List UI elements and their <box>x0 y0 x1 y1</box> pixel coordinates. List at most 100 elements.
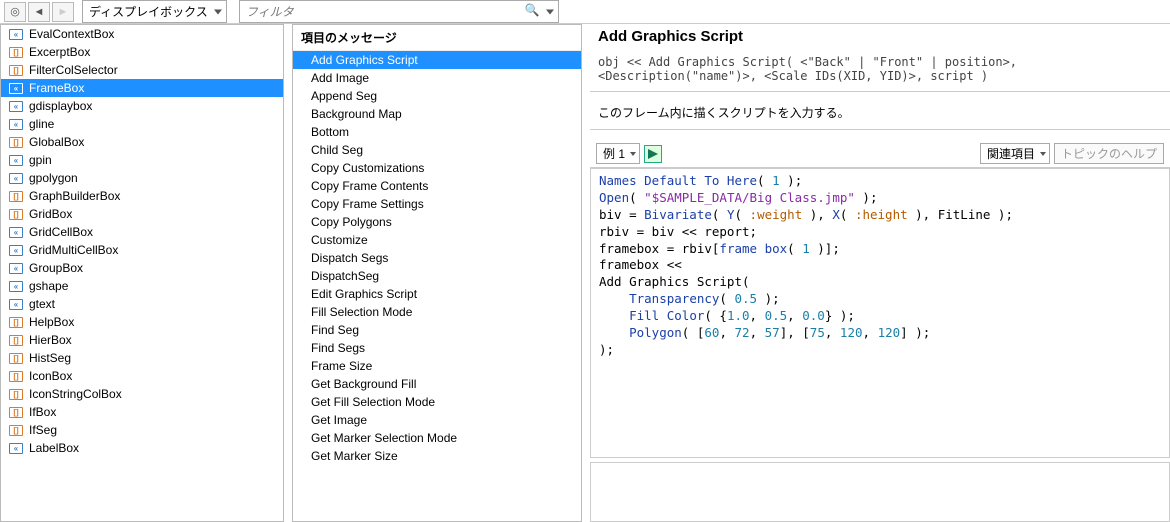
example-dropdown[interactable]: 例 1 <box>596 143 640 164</box>
class-list-item[interactable]: [] GlobalBox <box>1 133 283 151</box>
list-item-label: Get Marker Selection Mode <box>311 431 457 445</box>
list-item-label: GlobalBox <box>29 135 84 149</box>
message-list-item[interactable]: Get Fill Selection Mode <box>293 393 581 411</box>
list-item-label: gpin <box>29 153 52 167</box>
message-list-item[interactable]: Add Image <box>293 69 581 87</box>
list-item-label: GridCellBox <box>29 225 93 239</box>
class-list-item[interactable]: []IfBox <box>1 403 283 421</box>
run-button[interactable] <box>644 145 662 163</box>
list-item-label: Customize <box>311 233 368 247</box>
message-list-item[interactable]: Edit Graphics Script <box>293 285 581 303</box>
category-dropdown-label: ディスプレイボックス <box>89 5 208 19</box>
home-button[interactable]: ◎ <box>4 2 26 22</box>
message-list-item[interactable]: Get Marker Selection Mode <box>293 429 581 447</box>
message-list-item[interactable]: Get Image <box>293 411 581 429</box>
filter-dropdown-icon[interactable] <box>546 9 554 14</box>
message-list-item[interactable]: Child Seg <box>293 141 581 159</box>
class-list-item[interactable]: «EvalContextBox <box>1 25 283 43</box>
double-chevron-icon: « <box>9 245 23 256</box>
message-list-item[interactable]: Frame Size <box>293 357 581 375</box>
class-list-item[interactable]: []ExcerptBox <box>1 43 283 61</box>
toolbar: ◎ ◄ ► ディスプレイボックス フィルタ 🔍 <box>0 0 1170 24</box>
class-list-item[interactable]: []HelpBox <box>1 313 283 331</box>
list-item-label: Copy Polygons <box>311 215 392 229</box>
class-list-item[interactable]: «gtext <box>1 295 283 313</box>
list-item-label: Child Seg <box>311 143 363 157</box>
class-list-item[interactable]: «FrameBox <box>1 79 283 97</box>
class-list-item[interactable]: «LabelBox <box>1 439 283 457</box>
list-item-label: HelpBox <box>29 315 74 329</box>
list-item-label: gpolygon <box>29 171 78 185</box>
class-list-item[interactable]: «gpin <box>1 151 283 169</box>
message-list-item[interactable]: Find Seg <box>293 321 581 339</box>
list-item-label: gline <box>29 117 54 131</box>
class-list-item[interactable]: []FilterColSelector <box>1 61 283 79</box>
list-item-label: Bottom <box>311 125 349 139</box>
message-list-item[interactable]: Get Marker Size <box>293 447 581 465</box>
message-list-item[interactable]: Copy Polygons <box>293 213 581 231</box>
class-list-item[interactable]: [] IconBox <box>1 367 283 385</box>
class-list-item[interactable]: « GridMultiCellBox <box>1 241 283 259</box>
list-item-label: Fill Selection Mode <box>311 305 412 319</box>
message-list-header: 項目のメッセージ <box>293 25 581 51</box>
brackets-icon: [] <box>9 353 23 364</box>
double-chevron-icon: « <box>9 83 23 94</box>
list-item-label: IconBox <box>29 369 72 383</box>
filter-input[interactable]: フィルタ 🔍 <box>239 0 559 23</box>
message-list-item[interactable]: Copy Frame Contents <box>293 177 581 195</box>
search-icon[interactable]: 🔍 <box>525 3 540 17</box>
message-list-item[interactable]: Copy Customizations <box>293 159 581 177</box>
list-item-label: EvalContextBox <box>29 27 114 41</box>
list-item-label: IfBox <box>29 405 56 419</box>
double-chevron-icon: « <box>9 101 23 112</box>
message-list-item[interactable]: Copy Frame Settings <box>293 195 581 213</box>
message-list-item[interactable]: Dispatch Segs <box>293 249 581 267</box>
brackets-icon: [] <box>9 371 23 382</box>
class-list-item[interactable]: « gline <box>1 115 283 133</box>
class-list-item[interactable]: []GraphBuilderBox <box>1 187 283 205</box>
list-item-label: gdisplaybox <box>29 99 92 113</box>
double-chevron-icon: « <box>9 119 23 130</box>
list-item-label: LabelBox <box>29 441 79 455</box>
class-list-item[interactable]: «GridCellBox <box>1 223 283 241</box>
list-item-label: Get Background Fill <box>311 377 416 391</box>
main-area: «EvalContextBox[]ExcerptBox[]FilterColSe… <box>0 24 1170 522</box>
class-list-item[interactable]: «gshape <box>1 277 283 295</box>
message-list-item[interactable]: Add Graphics Script <box>293 51 581 69</box>
list-item-label: Edit Graphics Script <box>311 287 417 301</box>
brackets-icon: [] <box>9 137 23 148</box>
class-list-item[interactable]: « gdisplaybox <box>1 97 283 115</box>
related-dropdown[interactable]: 関連項目 <box>980 143 1050 164</box>
message-list-item[interactable]: Find Segs <box>293 339 581 357</box>
list-item-label: GridMultiCellBox <box>29 243 118 257</box>
message-list[interactable]: 項目のメッセージAdd Graphics ScriptAdd ImageAppe… <box>293 25 581 521</box>
list-item-label: Copy Frame Contents <box>311 179 428 193</box>
double-chevron-icon: « <box>9 263 23 274</box>
message-list-item[interactable]: Append Seg <box>293 87 581 105</box>
class-list[interactable]: «EvalContextBox[]ExcerptBox[]FilterColSe… <box>1 25 283 521</box>
message-list-item[interactable]: Fill Selection Mode <box>293 303 581 321</box>
class-list-item[interactable]: «gpolygon <box>1 169 283 187</box>
message-list-item[interactable]: Customize <box>293 231 581 249</box>
topic-help-button[interactable]: トピックのヘルプ <box>1054 143 1164 164</box>
message-list-item[interactable]: Get Background Fill <box>293 375 581 393</box>
list-item-label: IconStringColBox <box>29 387 122 401</box>
class-list-item[interactable]: []IconStringColBox <box>1 385 283 403</box>
class-list-item[interactable]: []GridBox <box>1 205 283 223</box>
message-list-item[interactable]: Bottom <box>293 123 581 141</box>
message-list-item[interactable]: DispatchSeg <box>293 267 581 285</box>
signature-text: obj << Add Graphics Script( <"Back" | "F… <box>590 55 1170 92</box>
message-list-item[interactable]: Background Map <box>293 105 581 123</box>
list-item-label: Background Map <box>311 107 402 121</box>
class-list-item[interactable]: []HierBox <box>1 331 283 349</box>
code-editor[interactable]: Names Default To Here( 1 ); Open( "$SAMP… <box>590 168 1170 458</box>
brackets-icon: [] <box>9 65 23 76</box>
class-list-item[interactable]: []IfSeg <box>1 421 283 439</box>
class-list-item[interactable]: []HistSeg <box>1 349 283 367</box>
brackets-icon: [] <box>9 335 23 346</box>
class-list-item[interactable]: «GroupBox <box>1 259 283 277</box>
forward-button[interactable]: ► <box>52 2 74 22</box>
category-dropdown[interactable]: ディスプレイボックス <box>82 0 227 23</box>
output-pane[interactable] <box>590 462 1170 522</box>
back-button[interactable]: ◄ <box>28 2 50 22</box>
